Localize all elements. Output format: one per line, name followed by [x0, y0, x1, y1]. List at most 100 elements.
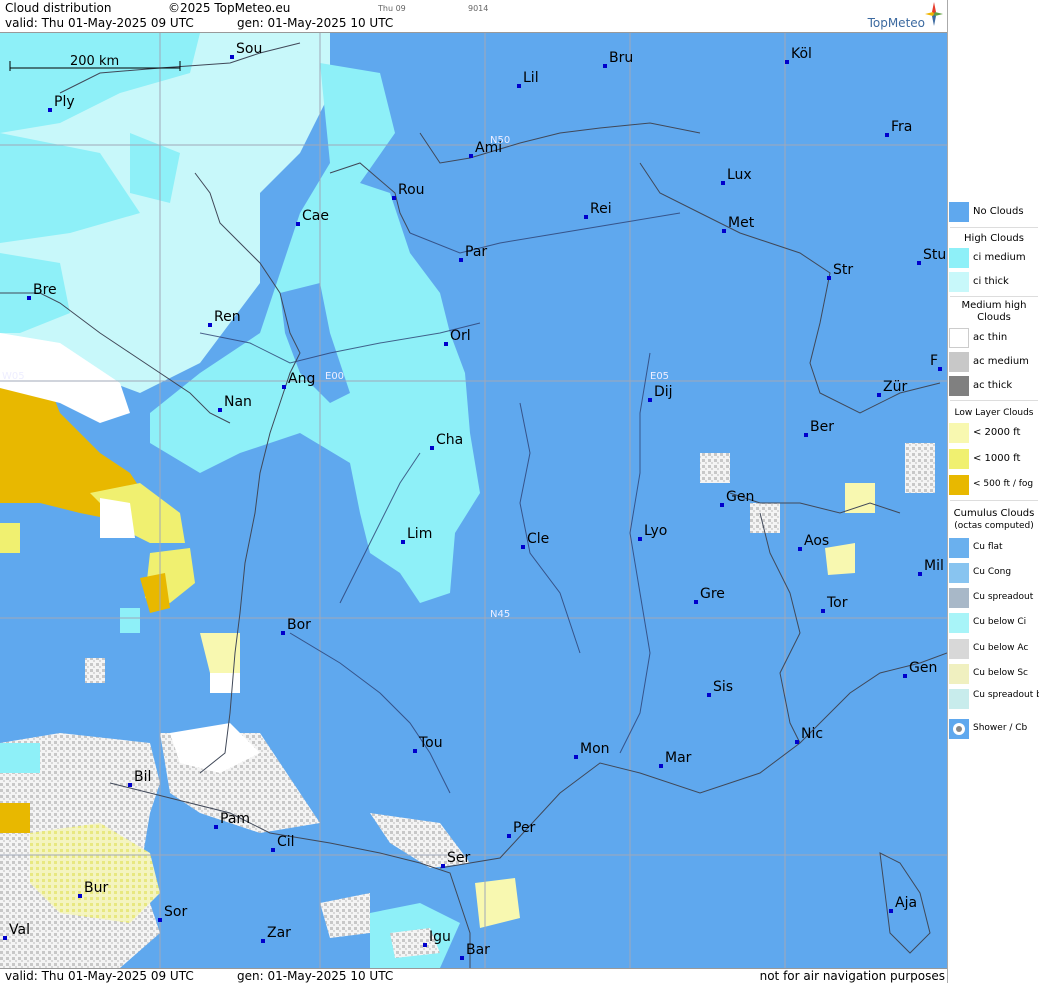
legend-cu-below-ci-label: Cu below Ci	[973, 617, 1027, 627]
city-dot-icon	[27, 296, 31, 300]
city-label: Gre	[700, 586, 725, 602]
city-dot-icon	[413, 749, 417, 753]
legend-high-title: High Clouds	[964, 233, 1024, 244]
city-dot-icon	[261, 939, 265, 943]
city-marker[interactable]: Fra	[885, 119, 912, 137]
city-marker[interactable]: Lyo	[638, 523, 667, 541]
shower-swatch	[949, 719, 969, 739]
legend-cu-subtitle: (octas computed)	[954, 521, 1034, 531]
city-dot-icon	[521, 545, 525, 549]
city-label: Cae	[302, 208, 329, 224]
city-label: Sou	[236, 41, 262, 57]
city-dot-icon	[208, 323, 212, 327]
cu-below-sc-swatch	[949, 664, 969, 684]
cu-below-ci-swatch	[949, 613, 969, 633]
city-marker[interactable]: Rei	[584, 201, 612, 219]
city-marker[interactable]: Cle	[521, 531, 549, 549]
city-label: Bar	[466, 942, 490, 958]
city-marker[interactable]: Tor	[821, 595, 848, 613]
city-marker[interactable]: Str	[827, 262, 853, 280]
city-marker[interactable]: Aja	[889, 895, 917, 913]
compass-logo-icon	[925, 2, 943, 26]
legend-divider	[950, 227, 1038, 228]
city-dot-icon	[694, 600, 698, 604]
city-marker[interactable]: Cil	[271, 834, 295, 852]
legend-cu-spreadout: Cu spreadout	[948, 588, 1039, 610]
legend-low-1000-label: < 1000 ft	[973, 453, 1021, 464]
city-marker[interactable]: Dij	[648, 384, 673, 402]
legend-low-1000: < 1000 ft	[948, 449, 1039, 471]
city-marker[interactable]: Lux	[721, 167, 752, 185]
city-marker[interactable]: Nan	[218, 394, 252, 412]
city-marker[interactable]: Bru	[603, 50, 633, 68]
city-label: Nic	[801, 726, 823, 742]
city-label: Fra	[891, 119, 912, 135]
city-label: Tor	[826, 595, 848, 611]
legend-cu-below-sc-label: Cu below Sc	[973, 668, 1028, 678]
city-label: Dij	[654, 384, 673, 400]
legend-shower-label: Shower / Cb	[973, 723, 1028, 733]
city-marker[interactable]: Zür	[877, 379, 907, 397]
city-dot-icon	[128, 783, 132, 787]
ac-thin-swatch	[949, 328, 969, 348]
ci-thick-swatch	[949, 272, 969, 292]
legend-low-title: Low Layer Clouds	[954, 408, 1034, 418]
city-marker[interactable]: Mil	[918, 558, 944, 576]
city-label: Per	[513, 820, 536, 836]
city-marker[interactable]: Gen	[720, 489, 754, 507]
city-marker[interactable]: Par	[459, 244, 487, 262]
map-footer: valid: Thu 01-May-2025 09 UTC gen: 01-Ma…	[0, 968, 947, 983]
legend-ci-thick: ci thick	[948, 272, 1039, 294]
city-marker[interactable]: Ber	[804, 419, 834, 437]
city-label: Lux	[727, 167, 752, 183]
city-marker[interactable]: Met	[722, 215, 755, 233]
city-marker[interactable]: Sis	[707, 679, 733, 697]
city-marker[interactable]: Aos	[798, 533, 829, 551]
city-dot-icon	[78, 894, 82, 898]
city-marker[interactable]: Ami	[469, 140, 502, 158]
city-marker[interactable]: F	[930, 353, 942, 371]
city-marker[interactable]: Gre	[694, 586, 725, 604]
city-label: Lil	[523, 70, 539, 86]
city-marker[interactable]: Mar	[659, 750, 692, 768]
city-dot-icon	[798, 547, 802, 551]
city-marker[interactable]: Zar	[261, 925, 291, 943]
city-label: Gen	[726, 489, 754, 505]
cumulus-area-spain	[0, 608, 520, 968]
city-dot-icon	[885, 133, 889, 137]
city-dot-icon	[441, 864, 445, 868]
city-label: Ber	[810, 419, 834, 435]
city-dot-icon	[720, 503, 724, 507]
city-marker[interactable]: Per	[507, 820, 536, 838]
city-dot-icon	[401, 540, 405, 544]
city-marker[interactable]: Gen	[903, 660, 937, 678]
city-marker[interactable]: Lil	[517, 70, 539, 88]
city-marker[interactable]: Bor	[281, 617, 311, 635]
city-dot-icon	[877, 393, 881, 397]
city-label: Str	[833, 262, 853, 278]
city-marker[interactable]: Stu	[917, 247, 946, 265]
legend-ac-medium-label: ac medium	[973, 356, 1029, 367]
city-marker[interactable]: Rou	[392, 182, 425, 200]
legend-divider	[950, 296, 1038, 297]
city-marker[interactable]: Köl	[785, 46, 812, 64]
city-marker[interactable]: Bar	[460, 942, 490, 960]
city-label: Aja	[895, 895, 917, 911]
city-dot-icon	[722, 229, 726, 233]
city-label: Pam	[220, 811, 250, 827]
city-marker[interactable]: Sor	[158, 904, 187, 922]
city-label: Bor	[287, 617, 311, 633]
map-header: Cloud distribution ©2025 TopMeteo.eu Thu…	[0, 0, 947, 33]
city-marker[interactable]: Pam	[214, 811, 250, 829]
city-label: Mon	[580, 741, 610, 757]
city-marker[interactable]: Tou	[413, 735, 443, 753]
city-dot-icon	[795, 740, 799, 744]
grid-label-n45: N45	[490, 609, 510, 620]
brand-name[interactable]: TopMeteo	[868, 16, 925, 30]
cumulus-area-alps	[700, 443, 935, 575]
city-marker[interactable]: Mon	[574, 741, 610, 759]
legend-ac-thin: ac thin	[948, 328, 1039, 350]
cloud-map[interactable]: N50 N45 W05 E00 E05 200 km Sou Bru Köl P…	[0, 33, 947, 968]
city-dot-icon	[218, 408, 222, 412]
legend-cu-spreadout-ci: Cu spreadout below Ci	[948, 689, 1039, 711]
